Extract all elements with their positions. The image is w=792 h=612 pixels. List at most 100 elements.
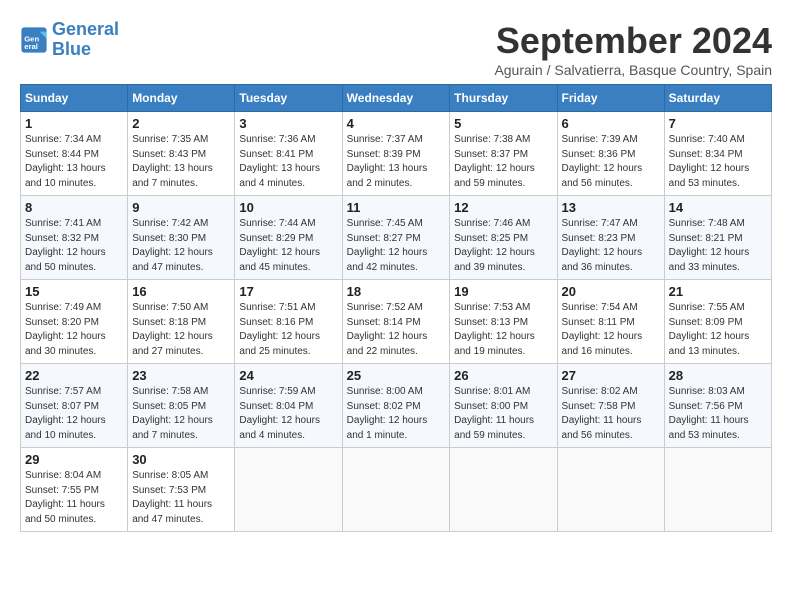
day-info: Sunrise: 7:40 AM Sunset: 8:34 PM Dayligh… — [669, 133, 767, 191]
day-number: 18 — [347, 284, 446, 299]
day-info: Sunrise: 7:50 AM Sunset: 8:18 PM Dayligh… — [132, 301, 230, 359]
day-number: 30 — [132, 452, 230, 467]
day-number: 26 — [454, 368, 552, 383]
calendar-week-2: 8 Sunrise: 7:41 AM Sunset: 8:32 PM Daylig… — [21, 196, 772, 280]
calendar-cell: 14 Sunrise: 7:48 AM Sunset: 8:21 PM Dayli… — [664, 196, 771, 280]
calendar-week-5: 29 Sunrise: 8:04 AM Sunset: 7:55 PM Dayli… — [21, 448, 772, 532]
day-info: Sunrise: 7:44 AM Sunset: 8:29 PM Dayligh… — [239, 217, 337, 275]
calendar-cell: 26 Sunrise: 8:01 AM Sunset: 8:00 PM Dayli… — [450, 364, 557, 448]
day-number: 27 — [562, 368, 660, 383]
calendar-cell — [342, 448, 450, 532]
day-number: 9 — [132, 200, 230, 215]
calendar-cell: 4 Sunrise: 7:37 AM Sunset: 8:39 PM Daylig… — [342, 112, 450, 196]
weekday-header-monday: Monday — [128, 85, 235, 112]
day-info: Sunrise: 7:58 AM Sunset: 8:05 PM Dayligh… — [132, 385, 230, 443]
calendar-cell: 25 Sunrise: 8:00 AM Sunset: 8:02 PM Dayli… — [342, 364, 450, 448]
day-info: Sunrise: 7:35 AM Sunset: 8:43 PM Dayligh… — [132, 133, 230, 191]
calendar-cell: 10Sunrise: 7:44 AM Sunset: 8:29 PM Dayli… — [235, 196, 342, 280]
calendar-table: SundayMondayTuesdayWednesdayThursdayFrid… — [20, 84, 772, 532]
page-header: Gen eral General Blue September 2024 Agu… — [20, 20, 772, 78]
calendar-cell: 7 Sunrise: 7:40 AM Sunset: 8:34 PM Daylig… — [664, 112, 771, 196]
day-info: Sunrise: 7:47 AM Sunset: 8:23 PM Dayligh… — [562, 217, 660, 275]
weekday-header-tuesday: Tuesday — [235, 85, 342, 112]
day-info: Sunrise: 7:45 AM Sunset: 8:27 PM Dayligh… — [347, 217, 446, 275]
calendar-cell: 5 Sunrise: 7:38 AM Sunset: 8:37 PM Daylig… — [450, 112, 557, 196]
svg-text:eral: eral — [24, 42, 38, 51]
day-number: 21 — [669, 284, 767, 299]
calendar-cell: 2Sunrise: 7:35 AM Sunset: 8:43 PM Daylig… — [128, 112, 235, 196]
day-number: 7 — [669, 116, 767, 131]
calendar-cell: 3Sunrise: 7:36 AM Sunset: 8:41 PM Daylig… — [235, 112, 342, 196]
month-title: September 2024 — [494, 20, 772, 62]
day-info: Sunrise: 8:05 AM Sunset: 7:53 PM Dayligh… — [132, 469, 230, 527]
weekday-header-thursday: Thursday — [450, 85, 557, 112]
calendar-cell: 13 Sunrise: 7:47 AM Sunset: 8:23 PM Dayli… — [557, 196, 664, 280]
calendar-cell: 11 Sunrise: 7:45 AM Sunset: 8:27 PM Dayli… — [342, 196, 450, 280]
day-info: Sunrise: 7:52 AM Sunset: 8:14 PM Dayligh… — [347, 301, 446, 359]
logo-text: General Blue — [52, 20, 119, 60]
day-info: Sunrise: 7:54 AM Sunset: 8:11 PM Dayligh… — [562, 301, 660, 359]
day-number: 4 — [347, 116, 446, 131]
calendar-week-1: 1Sunrise: 7:34 AM Sunset: 8:44 PM Daylig… — [21, 112, 772, 196]
calendar-cell: 21 Sunrise: 7:55 AM Sunset: 8:09 PM Dayli… — [664, 280, 771, 364]
day-info: Sunrise: 7:53 AM Sunset: 8:13 PM Dayligh… — [454, 301, 552, 359]
calendar-cell: 12Sunrise: 7:46 AM Sunset: 8:25 PM Dayli… — [450, 196, 557, 280]
calendar-cell: 23Sunrise: 7:58 AM Sunset: 8:05 PM Dayli… — [128, 364, 235, 448]
calendar-cell — [557, 448, 664, 532]
day-number: 15 — [25, 284, 123, 299]
day-number: 17 — [239, 284, 337, 299]
calendar-cell: 17 Sunrise: 7:51 AM Sunset: 8:16 PM Dayli… — [235, 280, 342, 364]
day-info: Sunrise: 8:00 AM Sunset: 8:02 PM Dayligh… — [347, 385, 446, 443]
title-block: September 2024 Agurain / Salvatierra, Ba… — [494, 20, 772, 78]
day-info: Sunrise: 7:41 AM Sunset: 8:32 PM Dayligh… — [25, 217, 123, 275]
day-info: Sunrise: 7:48 AM Sunset: 8:21 PM Dayligh… — [669, 217, 767, 275]
day-number: 1 — [25, 116, 123, 131]
day-number: 6 — [562, 116, 660, 131]
weekday-header-friday: Friday — [557, 85, 664, 112]
calendar-week-4: 22Sunrise: 7:57 AM Sunset: 8:07 PM Dayli… — [21, 364, 772, 448]
weekday-header-saturday: Saturday — [664, 85, 771, 112]
calendar-header: SundayMondayTuesdayWednesdayThursdayFrid… — [21, 85, 772, 112]
calendar-cell — [664, 448, 771, 532]
day-info: Sunrise: 7:38 AM Sunset: 8:37 PM Dayligh… — [454, 133, 552, 191]
day-number: 24 — [239, 368, 337, 383]
day-info: Sunrise: 8:01 AM Sunset: 8:00 PM Dayligh… — [454, 385, 552, 443]
day-info: Sunrise: 8:03 AM Sunset: 7:56 PM Dayligh… — [669, 385, 767, 443]
calendar-cell: 27Sunrise: 8:02 AM Sunset: 7:58 PM Dayli… — [557, 364, 664, 448]
day-info: Sunrise: 7:51 AM Sunset: 8:16 PM Dayligh… — [239, 301, 337, 359]
day-info: Sunrise: 8:04 AM Sunset: 7:55 PM Dayligh… — [25, 469, 123, 527]
day-number: 5 — [454, 116, 552, 131]
calendar-body: 1Sunrise: 7:34 AM Sunset: 8:44 PM Daylig… — [21, 112, 772, 532]
weekday-header-sunday: Sunday — [21, 85, 128, 112]
calendar-cell — [450, 448, 557, 532]
calendar-week-3: 15Sunrise: 7:49 AM Sunset: 8:20 PM Dayli… — [21, 280, 772, 364]
day-info: Sunrise: 7:59 AM Sunset: 8:04 PM Dayligh… — [239, 385, 337, 443]
calendar-cell: 20 Sunrise: 7:54 AM Sunset: 8:11 PM Dayli… — [557, 280, 664, 364]
location-subtitle: Agurain / Salvatierra, Basque Country, S… — [494, 62, 772, 78]
calendar-cell: 29 Sunrise: 8:04 AM Sunset: 7:55 PM Dayli… — [21, 448, 128, 532]
calendar-cell — [235, 448, 342, 532]
logo-icon: Gen eral — [20, 26, 48, 54]
day-number: 13 — [562, 200, 660, 215]
calendar-cell: 19Sunrise: 7:53 AM Sunset: 8:13 PM Dayli… — [450, 280, 557, 364]
weekday-header-row: SundayMondayTuesdayWednesdayThursdayFrid… — [21, 85, 772, 112]
calendar-cell: 24 Sunrise: 7:59 AM Sunset: 8:04 PM Dayli… — [235, 364, 342, 448]
day-info: Sunrise: 7:55 AM Sunset: 8:09 PM Dayligh… — [669, 301, 767, 359]
day-number: 11 — [347, 200, 446, 215]
day-info: Sunrise: 7:42 AM Sunset: 8:30 PM Dayligh… — [132, 217, 230, 275]
day-number: 25 — [347, 368, 446, 383]
calendar-cell: 16Sunrise: 7:50 AM Sunset: 8:18 PM Dayli… — [128, 280, 235, 364]
calendar-cell: 6Sunrise: 7:39 AM Sunset: 8:36 PM Daylig… — [557, 112, 664, 196]
day-number: 14 — [669, 200, 767, 215]
day-number: 22 — [25, 368, 123, 383]
calendar-cell: 28Sunrise: 8:03 AM Sunset: 7:56 PM Dayli… — [664, 364, 771, 448]
day-number: 20 — [562, 284, 660, 299]
day-info: Sunrise: 7:46 AM Sunset: 8:25 PM Dayligh… — [454, 217, 552, 275]
calendar-cell: 30 Sunrise: 8:05 AM Sunset: 7:53 PM Dayli… — [128, 448, 235, 532]
logo-line2: Blue — [52, 39, 91, 59]
day-number: 29 — [25, 452, 123, 467]
day-number: 8 — [25, 200, 123, 215]
calendar-cell: 22Sunrise: 7:57 AM Sunset: 8:07 PM Dayli… — [21, 364, 128, 448]
day-info: Sunrise: 7:37 AM Sunset: 8:39 PM Dayligh… — [347, 133, 446, 191]
calendar-cell: 15Sunrise: 7:49 AM Sunset: 8:20 PM Dayli… — [21, 280, 128, 364]
